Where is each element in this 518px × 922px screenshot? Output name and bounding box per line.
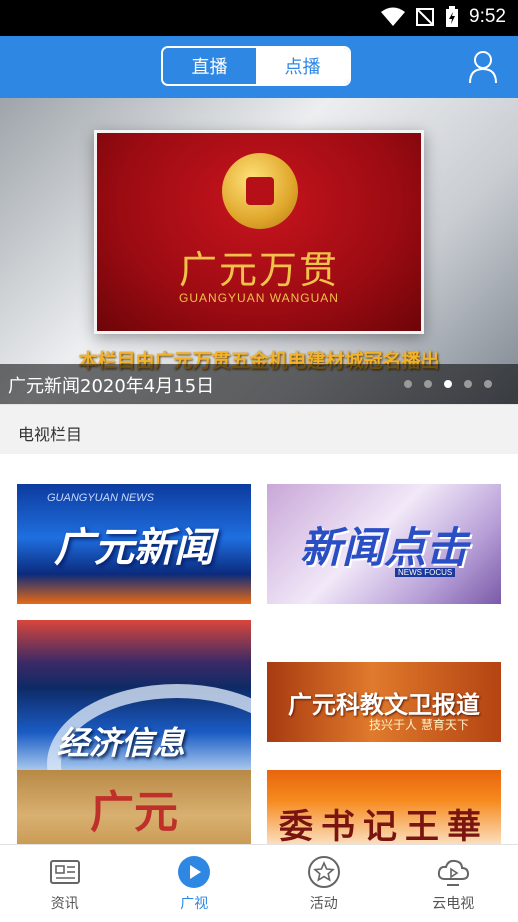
battery-charging-icon <box>446 6 459 27</box>
wifi-icon <box>381 7 406 26</box>
star-icon <box>307 856 340 888</box>
tab-label: 活动 <box>309 896 338 912</box>
tab-on-demand[interactable]: 点播 <box>256 48 349 84</box>
program-title: 委书记王華 <box>279 806 489 845</box>
carousel-dot-active[interactable] <box>444 380 452 388</box>
no-signal-icon <box>416 8 435 26</box>
tab-label: 资讯 <box>50 896 79 912</box>
banner-brand-subtitle: GUANGYUAN WANGUAN <box>179 291 339 305</box>
tab-live[interactable]: 直播 <box>163 48 256 84</box>
banner-brand-title: 广元万贯 <box>178 248 339 292</box>
tab-label: 广视 <box>180 896 209 912</box>
program-card[interactable]: 委书记王華 <box>267 770 501 844</box>
program-title: 广元新闻 <box>54 525 214 571</box>
program-title: 广元 <box>90 787 178 838</box>
program-card[interactable]: 经济信息 <box>17 620 251 770</box>
status-icons: 9:52 <box>381 6 506 28</box>
banner-carousel[interactable]: 广元万贯 GUANGYUAN WANGUAN 本栏目由广元万贯五金机电建材城冠名… <box>0 98 518 404</box>
program-title: 广元科教文卫报道 <box>288 690 480 719</box>
tab-news[interactable]: 资讯 <box>0 845 130 922</box>
program-title: 经济信息 <box>57 724 186 762</box>
program-subtitle: GUANGYUAN NEWS <box>47 492 154 504</box>
banner-caption: 广元新闻2020年4月15日 <box>8 376 215 397</box>
play-icon <box>178 856 211 888</box>
app-header: 直播 点播 <box>0 36 518 98</box>
news-icon <box>49 860 80 884</box>
program-card[interactable]: 新闻点击 NEWS FOCUS <box>267 484 501 604</box>
program-grid: GUANGYUAN NEWS 广元新闻 新闻点击 NEWS FOCUS 经济信息… <box>0 454 518 844</box>
carousel-dot[interactable] <box>404 380 412 388</box>
program-subtitle: 技兴于人 慧育天下 <box>369 718 469 732</box>
coin-logo-icon <box>222 153 298 229</box>
status-time: 9:52 <box>469 6 506 27</box>
tab-guangshi[interactable]: 广视 <box>130 845 260 922</box>
status-bar: 9:52 <box>0 0 518 36</box>
program-card[interactable]: 广元科教文卫报道 技兴于人 慧育天下 <box>267 662 501 742</box>
user-profile-icon[interactable] <box>468 50 498 84</box>
carousel-indicator <box>404 380 492 388</box>
program-title: 新闻点击 <box>299 522 468 572</box>
section-header: 电视栏目 <box>0 404 518 454</box>
tab-activities[interactable]: 活动 <box>259 845 389 922</box>
banner-caption-bar: 广元新闻2020年4月15日 <box>0 364 518 404</box>
cloud-tv-icon <box>438 859 470 886</box>
live-vod-switch: 直播 点播 <box>161 46 351 86</box>
carousel-dot[interactable] <box>464 380 472 388</box>
bottom-tab-bar: 资讯 广视 活动 云电视 <box>0 844 518 922</box>
carousel-dot[interactable] <box>424 380 432 388</box>
tab-label: 云电视 <box>432 896 475 912</box>
program-card[interactable]: 广元 <box>17 770 251 844</box>
tab-cloud-tv[interactable]: 云电视 <box>389 845 518 922</box>
program-card[interactable]: GUANGYUAN NEWS 广元新闻 <box>17 484 251 604</box>
carousel-dot[interactable] <box>484 380 492 388</box>
banner-image: 广元万贯 GUANGYUAN WANGUAN <box>94 130 424 334</box>
section-title: 电视栏目 <box>18 425 83 444</box>
program-subtitle: NEWS FOCUS <box>395 568 456 577</box>
